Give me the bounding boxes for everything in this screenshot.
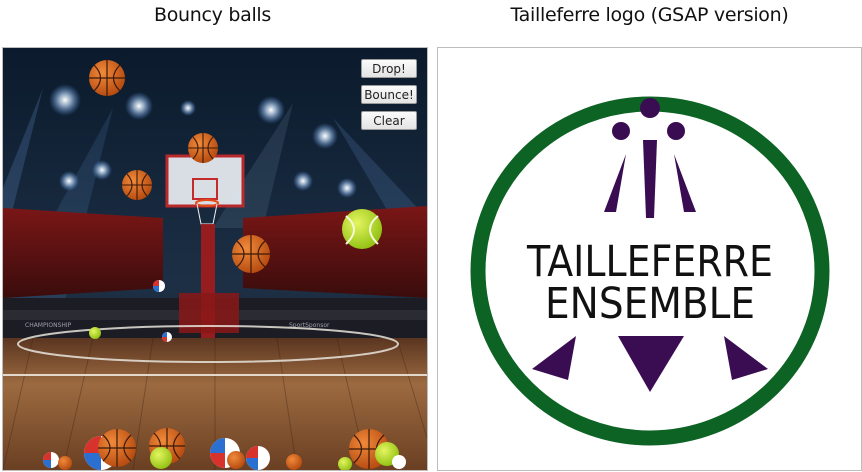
stands-right bbox=[243, 206, 427, 298]
bouncy-balls-title: Bouncy balls bbox=[153, 4, 272, 26]
basketball[interactable] bbox=[122, 170, 152, 200]
logo-bottom-shapes bbox=[532, 336, 768, 392]
tennis-ball[interactable] bbox=[342, 209, 382, 249]
basketball[interactable] bbox=[98, 429, 136, 467]
bounce-button[interactable]: Bounce! bbox=[361, 85, 417, 104]
logo-top-spikes bbox=[604, 140, 696, 218]
basketball[interactable] bbox=[89, 60, 125, 96]
beach-ball[interactable] bbox=[246, 446, 270, 470]
beach-ball[interactable] bbox=[392, 455, 406, 469]
drop-button[interactable]: Drop! bbox=[361, 59, 417, 78]
basketball[interactable] bbox=[188, 133, 218, 163]
bouncy-balls-canvas[interactable]: CHAMPIONSHIP SportSponsor Drop! Bounce! … bbox=[2, 47, 428, 471]
stands-left bbox=[3, 208, 163, 298]
basketball[interactable] bbox=[227, 451, 245, 469]
basketball[interactable] bbox=[232, 235, 270, 273]
basketball[interactable] bbox=[58, 456, 72, 470]
logo-line-2: ENSEMBLE bbox=[545, 279, 755, 329]
logo-panel-title: Tailleferre logo (GSAP version) bbox=[510, 4, 789, 26]
tennis-ball[interactable] bbox=[150, 447, 172, 469]
arena-banner-left: CHAMPIONSHIP bbox=[25, 322, 72, 329]
clear-button[interactable]: Clear bbox=[361, 111, 417, 130]
logo-canvas: TAILLEFERRE ENSEMBLE bbox=[437, 47, 862, 471]
basketball[interactable] bbox=[286, 454, 302, 470]
beach-ball[interactable] bbox=[43, 452, 59, 468]
tennis-ball[interactable] bbox=[89, 327, 101, 339]
tailleferre-logo: TAILLEFERRE ENSEMBLE bbox=[470, 96, 830, 446]
beach-ball[interactable] bbox=[153, 280, 165, 292]
beach-ball[interactable] bbox=[162, 332, 172, 342]
